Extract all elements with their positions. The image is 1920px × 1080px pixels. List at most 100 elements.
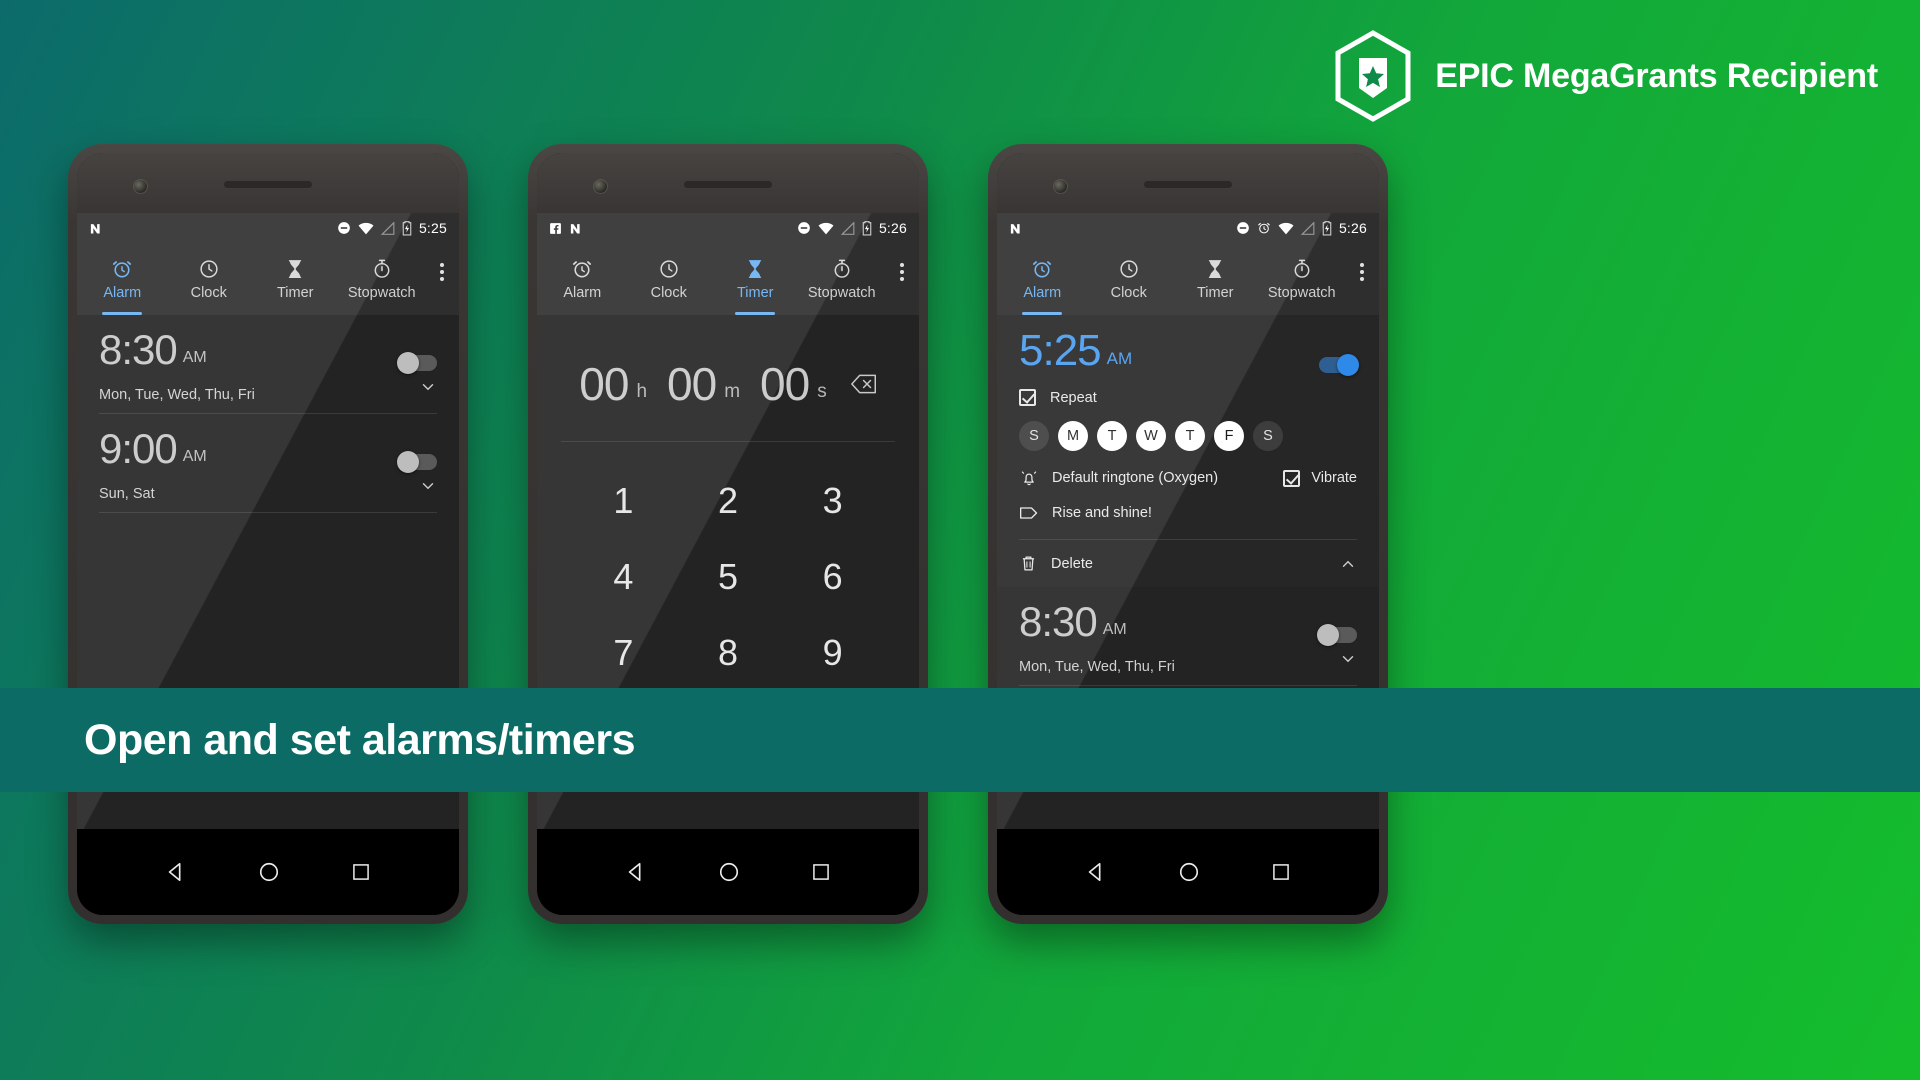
- phone-top-bezel: [77, 153, 459, 226]
- alarm-toggle[interactable]: [1317, 624, 1357, 646]
- recents-square-icon[interactable]: [811, 862, 831, 882]
- divider: [99, 512, 437, 513]
- tab-clock[interactable]: Clock: [626, 243, 713, 315]
- alarm-list-item[interactable]: 9:00 AM Sun, Sat: [77, 414, 459, 513]
- home-circle-icon[interactable]: [718, 861, 740, 883]
- clock-icon: [200, 259, 218, 278]
- day-toggle-thu[interactable]: T: [1175, 421, 1205, 451]
- keypad-key-6[interactable]: 6: [780, 542, 885, 612]
- vibrate-checkbox[interactable]: [1283, 469, 1301, 487]
- back-triangle-icon[interactable]: [165, 861, 187, 883]
- tab-clock[interactable]: Clock: [1086, 243, 1173, 315]
- tab-bar: Alarm Clock Timer Stopwatch: [997, 243, 1379, 315]
- chevron-up-icon[interactable]: [1339, 555, 1357, 573]
- day-toggle-fri[interactable]: F: [1214, 421, 1244, 451]
- navigation-bar: [997, 829, 1379, 915]
- alarm-list-item[interactable]: 8:30 AM Mon, Tue, Wed, Thu, Fri: [997, 587, 1379, 686]
- day-toggle-tue[interactable]: T: [1097, 421, 1127, 451]
- recents-square-icon[interactable]: [1271, 862, 1291, 882]
- caption-banner: Open and set alarms/timers: [0, 688, 1920, 792]
- android-n-icon: [570, 223, 580, 233]
- alarm-tag-row[interactable]: Rise and shine!: [1019, 505, 1357, 521]
- facebook-icon: [550, 222, 561, 234]
- signal-off-icon: [840, 221, 855, 235]
- ringtone-row[interactable]: Default ringtone (Oxygen) Vibrate: [1019, 468, 1357, 488]
- wifi-icon: [818, 222, 834, 234]
- expanded-alarm-toggle[interactable]: [1319, 354, 1359, 376]
- dnd-icon: [798, 222, 810, 234]
- tab-timer[interactable]: Timer: [712, 243, 799, 315]
- alarm-clock-icon: [573, 260, 592, 277]
- earpiece-speaker: [1144, 181, 1232, 188]
- keypad-key-9[interactable]: 9: [780, 618, 885, 688]
- home-circle-icon[interactable]: [258, 861, 280, 883]
- battery-charging-icon: [862, 220, 872, 236]
- repeat-day-selector: S M T W T F S: [1019, 421, 1357, 451]
- stopwatch-icon: [834, 259, 850, 278]
- tab-clock[interactable]: Clock: [166, 243, 253, 315]
- tab-alarm[interactable]: Alarm: [539, 243, 626, 315]
- timer-hours: 00: [579, 358, 629, 410]
- tab-stopwatch[interactable]: Stopwatch: [799, 243, 886, 315]
- recents-square-icon[interactable]: [351, 862, 371, 882]
- tab-stopwatch[interactable]: Stopwatch: [339, 243, 426, 315]
- delete-row[interactable]: Delete: [1019, 554, 1357, 573]
- chevron-down-icon[interactable]: [1339, 650, 1357, 668]
- clock-icon: [660, 259, 678, 278]
- tab-timer[interactable]: Timer: [252, 243, 339, 315]
- clock-icon: [1120, 259, 1138, 278]
- status-bar: 5:25: [77, 213, 459, 243]
- keypad-key-3[interactable]: 3: [780, 466, 885, 536]
- repeat-checkbox[interactable]: [1019, 389, 1036, 406]
- expanded-alarm-ampm: AM: [1106, 349, 1133, 368]
- back-triangle-icon[interactable]: [625, 861, 647, 883]
- day-toggle-sun[interactable]: S: [1019, 421, 1049, 451]
- tab-stopwatch[interactable]: Stopwatch: [1259, 243, 1346, 315]
- hourglass-icon: [1209, 259, 1222, 278]
- overflow-menu-icon[interactable]: [1345, 243, 1379, 315]
- tab-stopwatch-label: Stopwatch: [347, 284, 416, 301]
- alarm-time: 9:00: [99, 425, 178, 472]
- alarm-tag-label: Rise and shine!: [1052, 505, 1152, 521]
- day-toggle-sat[interactable]: S: [1253, 421, 1283, 451]
- day-toggle-mon[interactable]: M: [1058, 421, 1088, 451]
- ringtone-label: Default ringtone (Oxygen): [1052, 470, 1219, 486]
- expanded-alarm-time[interactable]: 5:25: [1019, 329, 1102, 373]
- alarm-toggle[interactable]: [397, 451, 437, 473]
- keypad-key-4[interactable]: 4: [571, 542, 676, 612]
- repeat-row[interactable]: Repeat: [1019, 389, 1357, 406]
- hourglass-icon: [749, 259, 762, 278]
- alarm-ampm: AM: [182, 349, 207, 366]
- overflow-menu-icon[interactable]: [885, 243, 919, 315]
- alarm-clock-icon: [113, 260, 132, 277]
- status-bar-time: 5:26: [878, 220, 907, 236]
- signal-off-icon: [1300, 221, 1315, 235]
- tab-alarm[interactable]: Alarm: [79, 243, 166, 315]
- tab-bar: Alarm Clock Timer Stopwatch: [537, 243, 919, 315]
- tab-clock-label: Clock: [1110, 284, 1147, 301]
- keypad-key-2[interactable]: 2: [676, 466, 781, 536]
- alarm-list-item[interactable]: 8:30 AM Mon, Tue, Wed, Thu, Fri: [77, 315, 459, 414]
- backspace-icon[interactable]: [850, 374, 877, 394]
- day-toggle-wed[interactable]: W: [1136, 421, 1166, 451]
- tab-alarm[interactable]: Alarm: [999, 243, 1086, 315]
- timer-hours-unit: h: [636, 381, 648, 402]
- overflow-menu-icon[interactable]: [425, 243, 459, 315]
- tab-stopwatch-label: Stopwatch: [807, 284, 876, 301]
- home-circle-icon[interactable]: [1178, 861, 1200, 883]
- alarm-toggle[interactable]: [397, 352, 437, 374]
- tab-timer-label: Timer: [736, 284, 774, 301]
- keypad-key-1[interactable]: 1: [571, 466, 676, 536]
- bell-ringing-icon: [1021, 471, 1037, 486]
- chevron-down-icon[interactable]: [419, 477, 437, 495]
- earpiece-speaker: [224, 181, 312, 188]
- back-triangle-icon[interactable]: [1085, 861, 1107, 883]
- keypad-key-8[interactable]: 8: [676, 618, 781, 688]
- keypad-key-7[interactable]: 7: [571, 618, 676, 688]
- keypad-key-5[interactable]: 5: [676, 542, 781, 612]
- front-camera-icon: [1053, 179, 1068, 194]
- tab-active-underline: [1022, 312, 1063, 315]
- tab-timer[interactable]: Timer: [1172, 243, 1259, 315]
- alarm-days: Mon, Tue, Wed, Thu, Fri: [99, 387, 255, 403]
- chevron-down-icon[interactable]: [419, 378, 437, 396]
